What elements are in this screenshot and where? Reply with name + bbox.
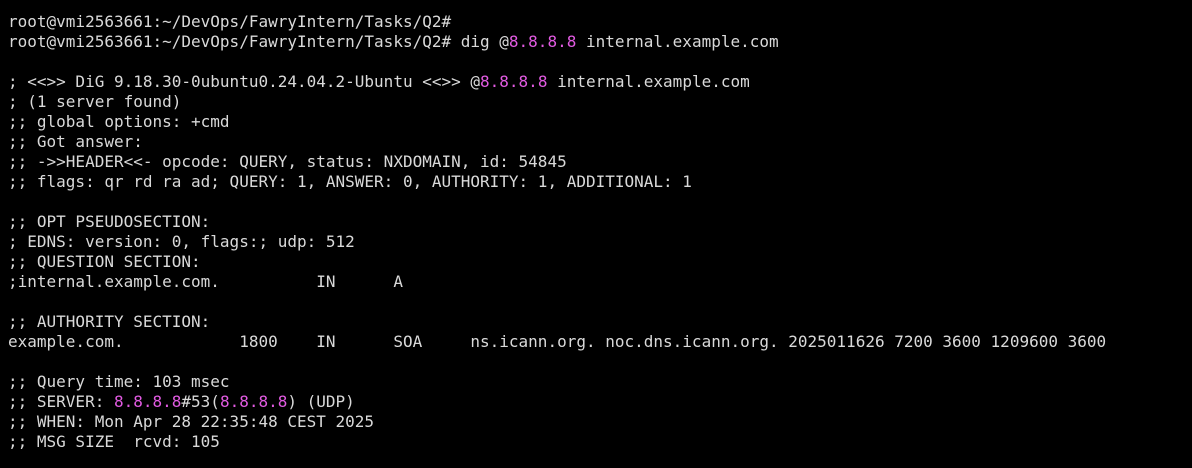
servers-found-line: ; (1 server found) (8, 92, 182, 111)
terminal-window[interactable]: root@vmi2563661:~/DevOps/FawryIntern/Tas… (0, 0, 1192, 468)
dig-banner: ; <<>> DiG 9.18.30-0ubuntu0.24.04.2-Ubun… (8, 72, 1192, 92)
server-protocol: ) (UDP) (287, 392, 355, 411)
got-answer-line: ;; Got answer: (8, 132, 143, 151)
msg-size-line: ;; MSG SIZE rcvd: 105 (8, 432, 220, 451)
command-server-ip: 8.8.8.8 (508, 32, 577, 51)
prompt-line-empty: root@vmi2563661:~/DevOps/FawryIntern/Tas… (8, 12, 1192, 32)
server-label: ;; SERVER: (8, 392, 114, 411)
server-port: #53( (181, 392, 220, 411)
edns-line: ; EDNS: version: 0, flags:; udp: 512 (8, 232, 355, 251)
query-time-line: ;; Query time: 103 msec (8, 372, 230, 391)
question-record: ;internal.example.com. IN A (8, 272, 403, 291)
authority-section-header: ;; AUTHORITY SECTION: (8, 312, 211, 331)
dig-banner-domain: internal.example.com (547, 72, 750, 91)
global-options-line: ;; global options: +cmd (8, 112, 230, 131)
question-section-header: ;; QUESTION SECTION: (8, 252, 201, 271)
dig-banner-text: ; <<>> DiG 9.18.30-0ubuntu0.24.04.2-Ubun… (8, 72, 481, 91)
server-ip-paren: 8.8.8.8 (219, 392, 288, 411)
shell-prompt: root@vmi2563661:~/DevOps/FawryIntern/Tas… (8, 12, 452, 31)
flags-line: ;; flags: qr rd ra ad; QUERY: 1, ANSWER:… (8, 172, 692, 191)
server-ip: 8.8.8.8 (113, 392, 182, 411)
header-line: ;; ->>HEADER<<- opcode: QUERY, status: N… (8, 152, 567, 171)
server-line: ;; SERVER: 8.8.8.8#53(8.8.8.8) (UDP) (8, 392, 1192, 412)
when-line: ;; WHEN: Mon Apr 28 22:35:48 CEST 2025 (8, 412, 375, 431)
dig-banner-ip: 8.8.8.8 (480, 72, 548, 91)
shell-prompt: root@vmi2563661:~/DevOps/FawryIntern/Tas… (8, 32, 452, 51)
command-dig: dig @ (451, 32, 509, 51)
command-line: root@vmi2563661:~/DevOps/FawryIntern/Tas… (8, 32, 1192, 52)
command-domain: internal.example.com (576, 32, 779, 51)
authority-record: example.com. 1800 IN SOA ns.icann.org. n… (8, 332, 1107, 351)
opt-section-header: ;; OPT PSEUDOSECTION: (8, 212, 211, 231)
